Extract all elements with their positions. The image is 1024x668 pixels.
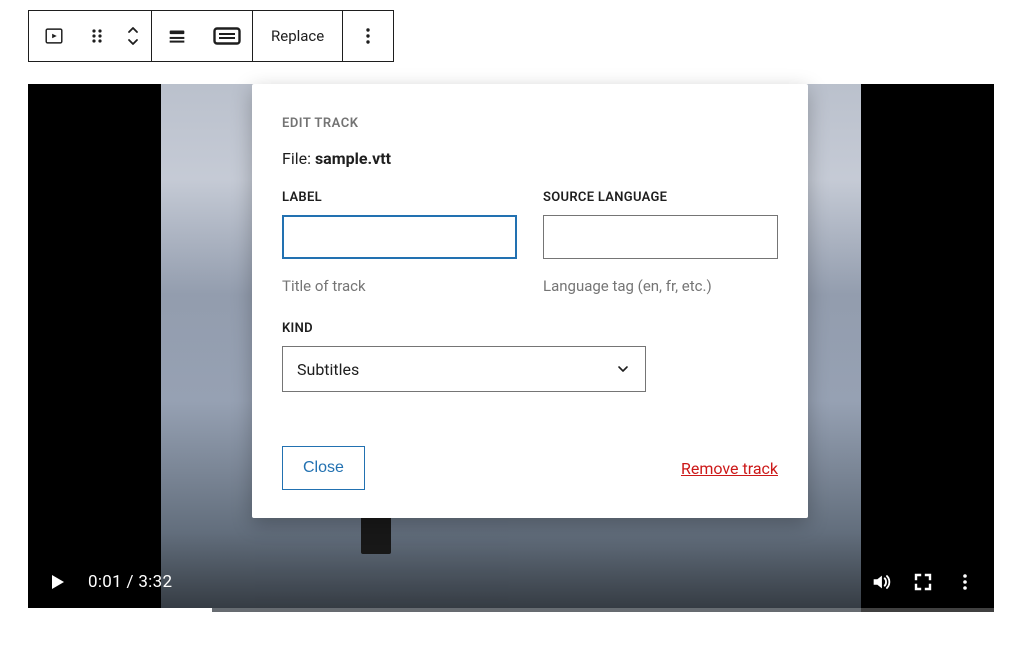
time-display: 0:01 / 3:32: [88, 572, 172, 592]
kind-select[interactable]: Subtitles: [282, 346, 646, 392]
kind-heading: KIND: [282, 321, 778, 336]
kind-value: Subtitles: [297, 360, 359, 379]
video-block: EDIT TRACK File: sample.vtt LABEL Title …: [28, 84, 994, 612]
replace-button[interactable]: Replace: [253, 11, 342, 61]
chevron-updown-icon: [123, 21, 143, 51]
mover-buttons[interactable]: [115, 11, 151, 61]
play-icon: [48, 573, 66, 591]
lang-column: SOURCE LANGUAGE Language tag (en, fr, et…: [543, 190, 778, 295]
drag-handle-icon: [89, 25, 105, 47]
video-controls: 0:01 / 3:32: [28, 552, 994, 612]
lang-input[interactable]: [543, 215, 778, 259]
more-options-button[interactable]: [343, 11, 393, 61]
captions-icon: [212, 25, 242, 47]
track-file-line: File: sample.vtt: [282, 149, 778, 168]
close-button[interactable]: Close: [282, 446, 365, 490]
edit-track-popover: EDIT TRACK File: sample.vtt LABEL Title …: [252, 84, 808, 518]
more-vertical-icon: [358, 25, 378, 47]
replace-label: Replace: [271, 27, 324, 45]
label-column: LABEL Title of track: [282, 190, 517, 295]
label-heading: LABEL: [282, 190, 517, 205]
text-tracks-button[interactable]: [202, 11, 252, 61]
toolbar-group-block: [29, 11, 152, 61]
volume-button[interactable]: [860, 561, 902, 603]
chevron-down-icon: [615, 361, 631, 377]
align-icon: [166, 25, 188, 47]
align-button[interactable]: [152, 11, 202, 61]
volume-icon: [870, 571, 892, 593]
file-name: sample.vtt: [315, 149, 391, 168]
toolbar-group-replace: Replace: [253, 11, 343, 61]
drag-handle-button[interactable]: [79, 11, 115, 61]
label-help: Title of track: [282, 277, 517, 295]
remove-label: Remove track: [681, 459, 778, 478]
play-button[interactable]: [36, 561, 78, 603]
lang-heading: SOURCE LANGUAGE: [543, 190, 778, 205]
block-toolbar: Replace: [28, 10, 394, 62]
video-frame-silhouette: [361, 514, 391, 554]
close-label: Close: [303, 459, 344, 476]
video-block-icon-button[interactable]: [29, 11, 79, 61]
kind-section: KIND Subtitles: [282, 321, 778, 392]
player-more-button[interactable]: [944, 561, 986, 603]
file-prefix: File:: [282, 149, 315, 168]
toolbar-group-align: [152, 11, 253, 61]
video-block-icon: [43, 25, 65, 47]
fullscreen-button[interactable]: [902, 561, 944, 603]
fields-row: LABEL Title of track SOURCE LANGUAGE Lan…: [282, 190, 778, 295]
label-input[interactable]: [282, 215, 517, 259]
more-vertical-icon: [955, 572, 975, 592]
progress-fill: [28, 608, 212, 612]
popover-footer: Close Remove track: [282, 446, 778, 490]
progress-track[interactable]: [28, 608, 994, 612]
toolbar-group-more: [343, 11, 393, 61]
remove-track-link[interactable]: Remove track: [681, 459, 778, 478]
lang-help: Language tag (en, fr, etc.): [543, 277, 778, 295]
fullscreen-icon: [913, 572, 933, 592]
popover-title: EDIT TRACK: [282, 116, 778, 131]
